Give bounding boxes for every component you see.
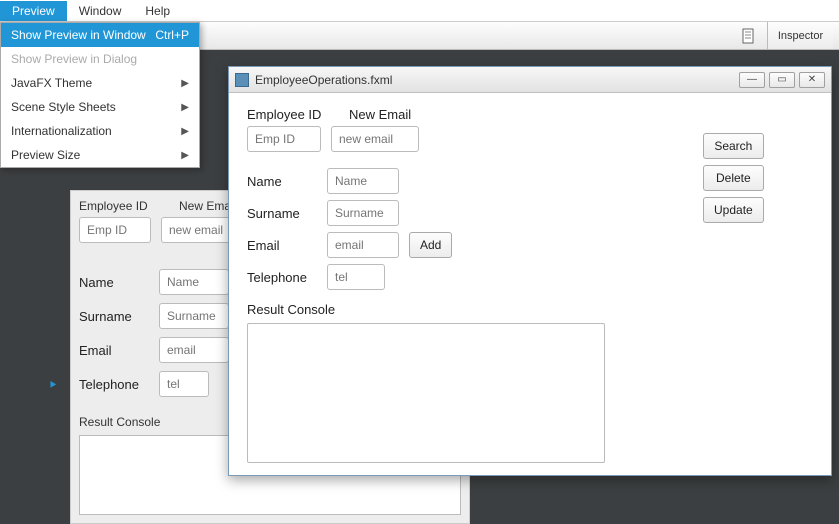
telephone-input[interactable] — [327, 264, 385, 290]
label-result-console: Result Console — [247, 302, 813, 317]
employee-id-input[interactable] — [247, 126, 321, 152]
label-surname: Surname — [247, 206, 317, 221]
label-employee-id: Employee ID — [247, 107, 335, 122]
name-input[interactable] — [327, 168, 399, 194]
menubar: Preview Window Help — [0, 0, 839, 22]
document-icon[interactable] — [741, 28, 757, 44]
chevron-right-icon: ▶ — [181, 126, 189, 137]
surname-input[interactable] — [159, 303, 229, 329]
action-buttons: Search Delete Update — [703, 133, 764, 223]
search-button[interactable]: Search — [703, 133, 764, 159]
label-employee-id: Employee ID — [79, 199, 161, 213]
result-console[interactable] — [247, 323, 605, 463]
employee-id-input[interactable] — [79, 217, 151, 243]
menu-help[interactable]: Help — [133, 1, 182, 21]
close-button[interactable]: ✕ — [799, 72, 825, 88]
label-surname: Surname — [79, 309, 149, 324]
menu-item-shortcut: Ctrl+P — [155, 28, 189, 42]
label-name: Name — [79, 275, 149, 290]
menu-show-preview-window[interactable]: Show Preview in Window Ctrl+P — [1, 23, 199, 47]
update-button[interactable]: Update — [703, 197, 764, 223]
chevron-right-icon: ▶ — [181, 102, 189, 113]
menu-item-label: Preview Size — [11, 148, 80, 162]
label-name: Name — [247, 174, 317, 189]
menu-javafx-theme[interactable]: JavaFX Theme ▶ — [1, 71, 199, 95]
preview-window: EmployeeOperations.fxml — ▭ ✕ Employee I… — [228, 66, 832, 476]
label-email: Email — [79, 343, 149, 358]
menu-preview[interactable]: Preview — [0, 1, 67, 21]
menu-window[interactable]: Window — [67, 1, 134, 21]
window-title: EmployeeOperations.fxml — [255, 73, 739, 87]
maximize-button[interactable]: ▭ — [769, 72, 795, 88]
label-telephone: Telephone — [247, 270, 317, 285]
add-button[interactable]: Add — [409, 232, 452, 258]
menu-show-preview-dialog: Show Preview in Dialog — [1, 47, 199, 71]
menu-item-label: Show Preview in Dialog — [11, 52, 137, 66]
email-input[interactable] — [327, 232, 399, 258]
window-controls: — ▭ ✕ — [739, 72, 825, 88]
chevron-right-icon: ▶ — [181, 78, 189, 89]
menu-item-label: Show Preview in Window — [11, 28, 146, 42]
label-new-email: New Email — [349, 107, 411, 122]
window-icon — [235, 73, 249, 87]
window-titlebar[interactable]: EmployeeOperations.fxml — ▭ ✕ — [229, 67, 831, 93]
inspector-panel[interactable]: Inspector — [767, 22, 833, 49]
menu-scene-style-sheets[interactable]: Scene Style Sheets ▶ — [1, 95, 199, 119]
form-body: Employee ID New Email Name Surname Email… — [229, 93, 831, 477]
menu-internationalization[interactable]: Internationalization ▶ — [1, 119, 199, 143]
label-email: Email — [247, 238, 317, 253]
menu-item-label: JavaFX Theme — [11, 76, 92, 90]
name-input[interactable] — [159, 269, 229, 295]
menu-preview-size[interactable]: Preview Size ▶ — [1, 143, 199, 167]
delete-button[interactable]: Delete — [703, 165, 764, 191]
email-input[interactable] — [159, 337, 229, 363]
telephone-input[interactable] — [159, 371, 209, 397]
surname-input[interactable] — [327, 200, 399, 226]
menu-item-label: Internationalization — [11, 124, 112, 138]
minimize-button[interactable]: — — [739, 72, 765, 88]
menu-item-label: Scene Style Sheets — [11, 100, 116, 114]
new-email-input[interactable] — [331, 126, 419, 152]
pointer-icon: ⯈ — [48, 378, 58, 393]
chevron-right-icon: ▶ — [181, 150, 189, 161]
label-telephone: Telephone — [79, 377, 149, 392]
preview-dropdown: Show Preview in Window Ctrl+P Show Previ… — [0, 22, 200, 168]
